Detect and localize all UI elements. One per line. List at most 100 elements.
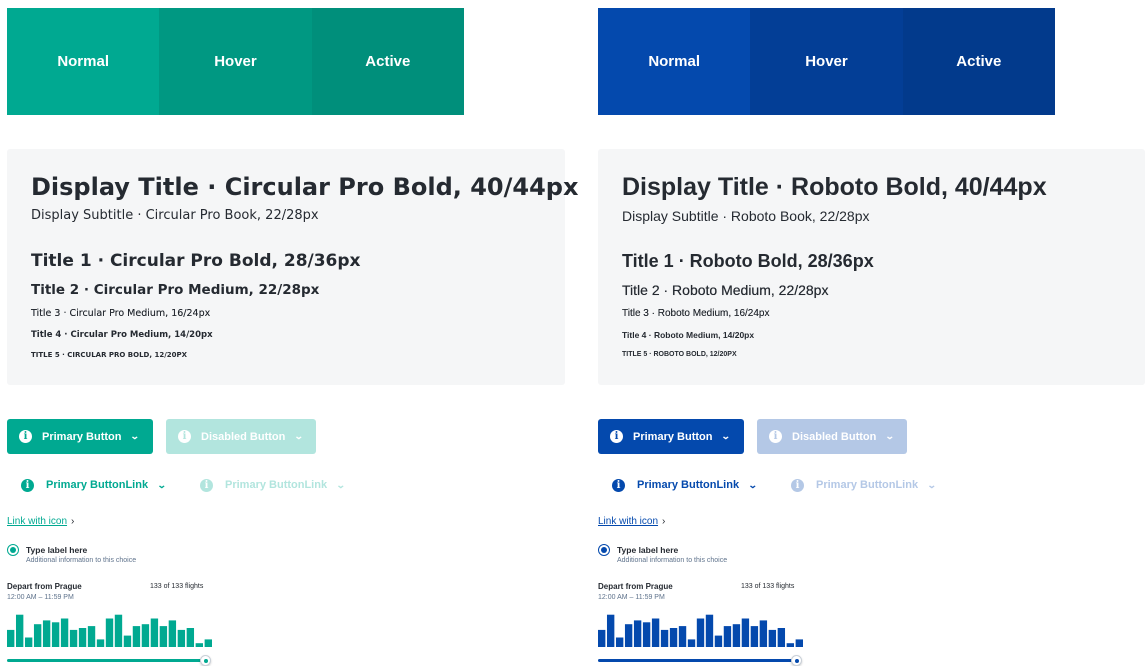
histogram-bar <box>141 624 150 647</box>
histogram-bar <box>87 626 96 647</box>
histogram-bar <box>759 620 768 647</box>
link-with-icon[interactable]: Link with icon › <box>7 516 74 527</box>
histogram-bar <box>750 626 759 647</box>
chevron-down-icon: ⌄ <box>926 479 937 490</box>
histogram-bar <box>624 624 633 647</box>
disabled-button-label: Disabled Button <box>792 430 877 443</box>
histogram-bar <box>714 635 723 647</box>
primary-buttonlink-label: Primary ButtonLink <box>46 479 149 491</box>
radio-label[interactable]: Type label here <box>26 545 87 555</box>
chevron-down-icon: ⌄ <box>885 431 896 441</box>
title-2: Title 2 · Roboto Medium, 22/28px <box>622 282 829 298</box>
histogram-bar <box>159 626 168 647</box>
histogram-bar <box>741 618 750 647</box>
slider-handle-dot <box>795 659 799 663</box>
histogram-bar <box>768 629 777 647</box>
swatch-active: Active <box>311 8 464 115</box>
chevron-right-icon: › <box>71 516 75 527</box>
disabled-buttonlink-label: Primary ButtonLink <box>816 479 919 491</box>
slider-track <box>7 659 207 662</box>
histogram-bar <box>186 628 195 647</box>
color-swatches: Normal Hover Active <box>598 8 1055 115</box>
disabled-buttonlink-label: Primary ButtonLink <box>225 479 328 491</box>
histogram-bar <box>195 643 204 647</box>
primary-button[interactable]: i Primary Button ⌄ <box>598 419 744 454</box>
histogram-bar <box>651 618 660 647</box>
histogram-bar <box>598 629 606 647</box>
chevron-down-icon: ⌄ <box>747 479 758 490</box>
histogram-bar <box>687 639 696 647</box>
radio-label[interactable]: Type label here <box>617 545 678 555</box>
title-5: TITLE 5 · ROBOTO BOLD, 12/20PX <box>622 351 737 358</box>
primary-button[interactable]: i Primary Button ⌄ <box>7 419 153 454</box>
display-subtitle: Display Subtitle · Circular Pro Book, 22… <box>31 208 319 223</box>
slider-track <box>598 659 798 662</box>
theme-column-green: Normal Hover Active Display Title · Circ… <box>7 0 578 666</box>
radio-help-text: Additional information to this choice <box>617 557 728 564</box>
info-icon: i <box>21 478 34 492</box>
disabled-buttonlink: i Primary ButtonLink ⌄ <box>200 477 346 493</box>
chevron-down-icon: ⌄ <box>335 479 346 490</box>
histogram-bar <box>150 618 159 647</box>
histogram-bar <box>204 639 212 647</box>
color-swatches: Normal Hover Active <box>7 8 464 115</box>
display-title: Display Title · Circular Pro Bold, 40/44… <box>31 173 579 201</box>
primary-button-label: Primary Button <box>633 430 713 443</box>
slider-handle[interactable] <box>791 655 802 666</box>
primary-buttonlink[interactable]: i Primary ButtonLink ⌄ <box>612 477 758 493</box>
swatch-hover: Hover <box>750 8 903 115</box>
chevron-right-icon: › <box>662 516 666 527</box>
histogram-bar <box>15 614 24 647</box>
histogram-bar <box>678 626 687 647</box>
histogram-bar <box>78 628 87 647</box>
typography-card: Display Title · Roboto Bold, 40/44px Dis… <box>598 149 1145 385</box>
radio-dot <box>10 547 16 553</box>
histogram <box>7 614 212 647</box>
info-icon: i <box>610 430 623 443</box>
chevron-down-icon: ⌄ <box>130 431 141 441</box>
typography-card: Display Title · Circular Pro Bold, 40/44… <box>7 149 578 385</box>
radio-button[interactable] <box>598 544 610 556</box>
title-4: Title 4 · Circular Pro Medium, 14/20px <box>31 330 213 340</box>
histogram <box>598 614 803 647</box>
info-icon: i <box>791 478 804 492</box>
chevron-down-icon: ⌄ <box>156 479 167 490</box>
slider-time-range: 12:00 AM – 11:59 PM <box>598 594 665 601</box>
theme-column-blue: Normal Hover Active Display Title · Robo… <box>598 0 1145 666</box>
radio-dot <box>601 547 607 553</box>
title-2: Title 2 · Circular Pro Medium, 22/28px <box>31 282 320 298</box>
title-5: TITLE 5 · CIRCULAR PRO BOLD, 12/20PX <box>31 351 188 359</box>
display-subtitle: Display Subtitle · Roboto Book, 22/28px <box>622 208 870 224</box>
disabled-buttonlink: i Primary ButtonLink ⌄ <box>791 477 937 493</box>
histogram-bar <box>105 618 114 647</box>
histogram-bar <box>123 635 132 647</box>
swatch-normal: Normal <box>598 8 751 115</box>
swatch-active: Active <box>902 8 1055 115</box>
disabled-button: i Disabled Button ⌄ <box>757 419 907 454</box>
primary-button-label: Primary Button <box>42 430 122 443</box>
display-title: Display Title · Roboto Bold, 40/44px <box>622 173 1047 201</box>
info-icon: i <box>769 430 782 443</box>
primary-buttonlink[interactable]: i Primary ButtonLink ⌄ <box>21 477 167 493</box>
histogram-bar <box>795 639 803 647</box>
swatch-hover: Hover <box>159 8 312 115</box>
histogram-bar <box>69 629 78 647</box>
slider-handle[interactable] <box>200 655 211 666</box>
histogram-bar <box>168 620 177 647</box>
info-icon: i <box>19 430 32 443</box>
info-icon: i <box>178 430 191 443</box>
swatch-normal: Normal <box>7 8 160 115</box>
radio-button[interactable] <box>7 544 19 556</box>
disabled-button: i Disabled Button ⌄ <box>166 419 316 454</box>
histogram-bar <box>24 637 33 647</box>
link-text[interactable]: Link with icon <box>598 516 658 527</box>
disabled-button-label: Disabled Button <box>201 430 286 443</box>
title-4: Title 4 · Roboto Medium, 14/20px <box>622 330 755 340</box>
link-with-icon[interactable]: Link with icon › <box>598 516 665 527</box>
histogram-bar <box>786 643 795 647</box>
link-text[interactable]: Link with icon <box>7 516 67 527</box>
slider-count: 133 of 133 flights <box>741 583 795 590</box>
histogram-bar <box>669 628 678 647</box>
histogram-bar <box>696 618 705 647</box>
primary-buttonlink-label: Primary ButtonLink <box>637 479 740 491</box>
